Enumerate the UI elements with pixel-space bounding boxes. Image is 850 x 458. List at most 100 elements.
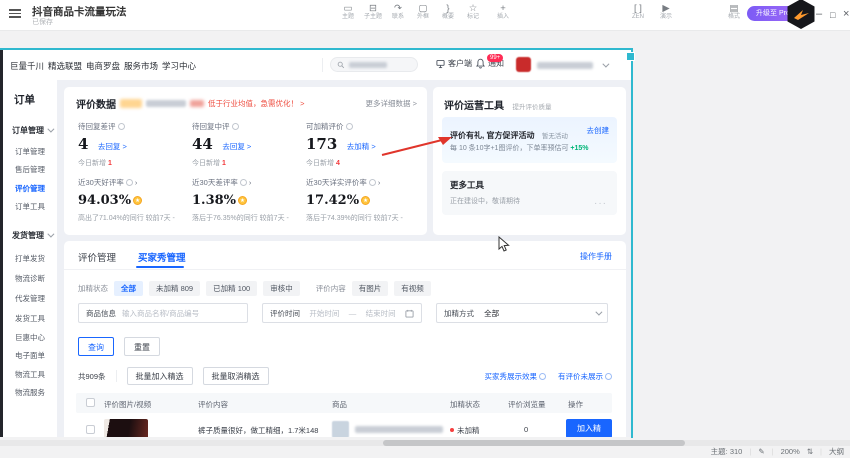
feature-status-cell: 未加精 <box>450 425 480 436</box>
review-data-card: 评价数据 低于行业均值，急需优化！ > 更多详细数据 > 待回复差评 4 去回复… <box>64 87 427 235</box>
outline-view-button[interactable]: 大纲 <box>829 446 844 457</box>
chip-has-image[interactable]: 有图片 <box>352 281 389 296</box>
product-search-input[interactable]: 商品信息 输入商品名称/商品编号 <box>78 303 248 323</box>
total-count: 共909条 <box>78 371 106 382</box>
review-time-range-picker[interactable]: 评价时间 开始时间 — 结束时间 <box>262 303 422 323</box>
redacted-shop-name <box>537 62 593 69</box>
chip-has-video[interactable]: 有视频 <box>394 281 431 296</box>
sidebar-group-shipping[interactable]: 发货管理 <box>12 230 52 241</box>
sidebar-item-logistics-diag[interactable]: 物流诊断 <box>15 273 45 284</box>
sidebar-item-ewaybill[interactable]: 电子面单 <box>15 350 45 361</box>
close-button[interactable]: × <box>843 7 849 21</box>
shop-avatar[interactable] <box>516 57 531 72</box>
nav-xuexizhongxin[interactable]: 学习中心 <box>162 60 196 72</box>
row-checkbox[interactable] <box>86 425 95 434</box>
more-tools-title: 更多工具 <box>450 179 484 191</box>
review-media-thumbnail[interactable] <box>104 419 148 437</box>
sidebar-item-order-tools[interactable]: 订单工具 <box>15 201 45 212</box>
select-all-checkbox[interactable] <box>86 398 95 407</box>
batch-remove-featured-button[interactable]: 批量取消精选 <box>203 367 269 385</box>
sidebar-item-review-mgmt[interactable]: 评价管理 <box>15 183 45 194</box>
more-data-link[interactable]: 更多详细数据 > <box>366 98 417 109</box>
sidebar-item-juhui-center[interactable]: 巨惠中心 <box>15 332 45 343</box>
horizontal-scrollbar-thumb[interactable] <box>383 440 685 446</box>
client-download-button[interactable]: 客户端 <box>436 58 472 69</box>
tab-buyer-show[interactable]: 买家秀管理 <box>138 250 186 264</box>
sidebar-item-logistics-tools[interactable]: 物流工具 <box>15 369 45 380</box>
go-reply-link[interactable]: 去回复 > <box>222 142 251 151</box>
pencil-icon[interactable]: ✎ <box>758 447 764 456</box>
chip-in-review[interactable]: 审核中 <box>263 281 300 296</box>
go-feature-link[interactable]: 去加精 > <box>347 142 376 151</box>
red-annotation-arrow <box>380 132 458 158</box>
sidebar-group-order-mgmt[interactable]: 订单管理 <box>12 125 52 136</box>
rate-detailed: 近30天详实评价率 › 17.42%★ 落后于74.39%的同行 较前7天 - <box>306 177 424 223</box>
topic-icon: ▭ <box>336 3 360 14</box>
account-avatar[interactable] <box>786 0 816 29</box>
rate-value: 1.38% <box>192 193 236 208</box>
shop-chevron-down-icon[interactable] <box>602 61 609 68</box>
add-to-featured-button[interactable]: 加入精选 <box>566 419 612 437</box>
info-icon <box>369 179 376 186</box>
buyer-show-effect-link[interactable]: 买家秀展示效果 <box>485 371 547 382</box>
info-icon <box>605 373 612 380</box>
nav-qianchuan[interactable]: 巨量千川 <box>10 60 44 72</box>
ellipsis-icon: ··· <box>594 198 607 209</box>
redacted-alert-prefix <box>190 100 204 107</box>
chip-not-featured[interactable]: 未加精 809 <box>149 281 200 296</box>
shop-main: 评价数据 低于行业均值，急需优化！ > 更多详细数据 > 待回复差评 4 去回复… <box>57 80 633 437</box>
product-thumbnail[interactable] <box>332 421 349 437</box>
minimize-button[interactable]: – <box>816 7 822 21</box>
query-button[interactable]: 查询 <box>78 337 114 356</box>
batch-add-featured-button[interactable]: 批量加入精选 <box>127 367 193 385</box>
summary-button[interactable]: } 概要 <box>436 3 460 21</box>
sidebar-item-dropship[interactable]: 代发管理 <box>15 293 45 304</box>
sidebar-item-logistics-service[interactable]: 物流服务 <box>15 387 45 398</box>
info-icon <box>232 123 239 130</box>
stat-bad-review: 待回复差评 4 去回复 > 今日新增 1 <box>78 121 188 168</box>
feature-mode-select[interactable]: 加精方式 全部 <box>436 303 608 323</box>
chip-all[interactable]: 全部 <box>114 281 143 296</box>
chip-featured[interactable]: 已加精 100 <box>206 281 257 296</box>
sidebar-item-print-ship[interactable]: 打单发货 <box>15 253 45 264</box>
tab-review-mgmt[interactable]: 评价管理 <box>78 250 116 264</box>
sidebar-item-aftersale[interactable]: 售后管理 <box>15 164 45 175</box>
save-status: 已保存 <box>32 17 53 27</box>
topic-button[interactable]: ▭ 主题 <box>336 3 360 21</box>
zoom-level[interactable]: 200% <box>781 447 800 456</box>
sidebar-item-ship-tools[interactable]: 发货工具 <box>15 313 45 324</box>
selection-resize-handle[interactable] <box>626 52 635 61</box>
relationship-button[interactable]: ↷ 联系 <box>386 3 410 21</box>
topic-count: 主题: 310 <box>711 446 743 457</box>
zen-mode-button[interactable]: [ ] ZEN <box>626 3 650 21</box>
sidebar-item-order-mgmt[interactable]: 订单管理 <box>15 146 45 157</box>
marker-button[interactable]: ☆ 标记 <box>461 3 485 21</box>
status-dot-icon <box>450 428 454 432</box>
relationship-icon: ↷ <box>386 3 410 14</box>
create-activity-link[interactable]: 去创建 <box>587 125 610 136</box>
unshown-review-link[interactable]: 有评价未展示 <box>558 371 612 382</box>
format-button[interactable]: ▤ 格式 <box>722 3 746 21</box>
screen: 抖音商品卡流量玩法 已保存 ▭ 主题 ⊟ 子主题 ↷ 联系 ▢ 外框 } 概要 … <box>0 0 850 458</box>
go-reply-link[interactable]: 去回复 > <box>98 142 127 151</box>
manual-link[interactable]: 操作手册 <box>580 251 612 262</box>
maximize-button[interactable]: □ <box>830 8 835 22</box>
reset-button[interactable]: 重置 <box>124 337 160 356</box>
nav-lianmeng[interactable]: 精选联盟 <box>48 60 82 72</box>
rate-good: 近30天好评率 › 94.03%★ 高出了71.04%的同行 较前7天 - <box>78 177 188 223</box>
insert-button[interactable]: + 插入 <box>489 3 517 21</box>
zoom-stepper-icon[interactable]: ⇅ <box>807 447 813 456</box>
present-button[interactable]: ▶ 演示 <box>654 3 678 21</box>
nav-luopan[interactable]: 电商罗盘 <box>86 60 120 72</box>
info-icon <box>539 373 546 380</box>
hamburger-menu-icon[interactable] <box>9 9 21 19</box>
boundary-button[interactable]: ▢ 外框 <box>411 3 435 21</box>
nav-fuwushichang[interactable]: 服务市场 <box>124 60 158 72</box>
active-tab-underline <box>136 266 184 268</box>
industry-alert-text[interactable]: 低于行业均值，急需优化！ > <box>208 98 304 109</box>
subtopic-button[interactable]: ⊟ 子主题 <box>361 3 385 21</box>
search-input[interactable] <box>330 57 418 72</box>
info-icon <box>346 123 353 130</box>
medal-icon: ★ <box>133 196 142 205</box>
view-count-cell: 0 <box>524 425 528 434</box>
